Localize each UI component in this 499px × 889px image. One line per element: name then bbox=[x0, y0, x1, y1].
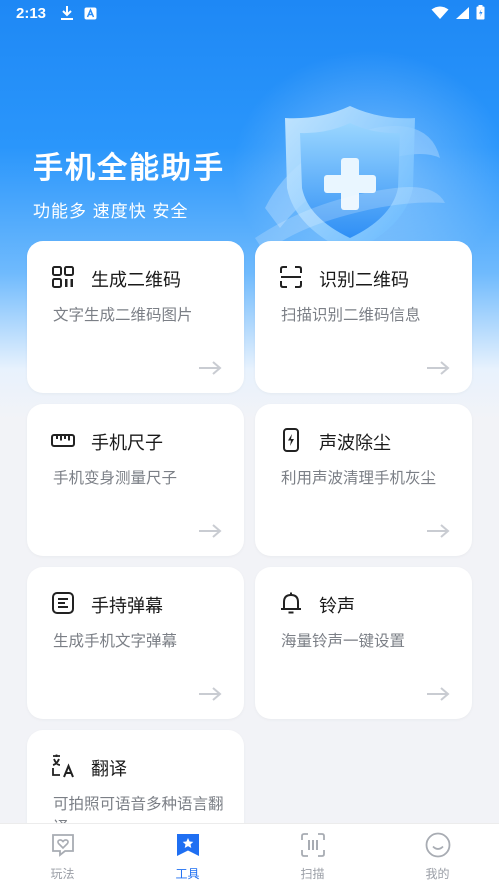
card-description: 海量铃声一键设置 bbox=[281, 633, 406, 650]
arrow-right-icon bbox=[199, 687, 222, 701]
qr-code-icon bbox=[52, 266, 74, 288]
signal-icon bbox=[456, 6, 469, 19]
scan-bars-icon bbox=[300, 833, 325, 857]
card-handheld-barrage[interactable]: 手持弹幕 生成手机文字弹幕 bbox=[27, 567, 244, 719]
tab-label: 扫描 bbox=[300, 867, 325, 881]
star-bookmark-icon bbox=[176, 834, 199, 856]
arrow-right-icon bbox=[427, 524, 450, 538]
card-description: 扫描识别二维码信息 bbox=[281, 307, 421, 324]
tab-label: 玩法 bbox=[50, 867, 75, 881]
card-description: 生成手机文字弹幕 bbox=[53, 633, 178, 650]
download-icon bbox=[61, 6, 73, 20]
tab-scan[interactable]: 扫描 bbox=[250, 824, 375, 889]
card-description: 利用声波清理手机灰尘 bbox=[281, 470, 437, 487]
card-title: 铃声 bbox=[319, 596, 355, 616]
tab-label: 我的 bbox=[425, 867, 450, 881]
card-phone-ruler[interactable]: 手机尺子 手机变身测量尺子 bbox=[27, 404, 244, 556]
hero-title: 手机全能助手 bbox=[33, 152, 225, 185]
card-description: 手机变身测量尺子 bbox=[53, 470, 178, 487]
bell-icon bbox=[281, 592, 301, 614]
smile-icon bbox=[425, 832, 450, 858]
tab-label: 工具 bbox=[175, 867, 200, 881]
card-description: 文字生成二维码图片 bbox=[53, 307, 193, 324]
card-ringtone[interactable]: 铃声 海量铃声一键设置 bbox=[255, 567, 472, 719]
card-title: 生成二维码 bbox=[91, 270, 181, 290]
ruler-icon bbox=[51, 434, 75, 447]
phone-bolt-icon bbox=[283, 428, 299, 452]
card-generate-qr[interactable]: 生成二维码 文字生成二维码图片 bbox=[27, 241, 244, 393]
battery-icon bbox=[476, 5, 485, 20]
card-title: 手持弹幕 bbox=[91, 596, 163, 616]
arrow-right-icon bbox=[199, 524, 222, 538]
heart-chat-icon bbox=[51, 834, 74, 857]
card-sound-dust-removal[interactable]: 声波除尘 利用声波清理手机灰尘 bbox=[255, 404, 472, 556]
translate-icon bbox=[52, 754, 74, 778]
tab-mine[interactable]: 我的 bbox=[375, 824, 499, 889]
shield-illustration bbox=[255, 106, 445, 253]
tab-tools[interactable]: 工具 bbox=[125, 824, 250, 889]
tab-play[interactable]: 玩法 bbox=[0, 824, 125, 889]
text-box-icon bbox=[52, 592, 74, 614]
card-title: 手机尺子 bbox=[91, 433, 163, 453]
card-title: 声波除尘 bbox=[319, 433, 391, 453]
arrow-right-icon bbox=[427, 361, 450, 375]
bottom-tab-bar: 玩法 工具 扫描 我的 bbox=[0, 823, 499, 889]
status-time: 2:13 bbox=[16, 5, 47, 22]
arrow-right-icon bbox=[427, 687, 450, 701]
hero-subtitle: 功能多 速度快 安全 bbox=[33, 202, 189, 221]
card-scan-qr[interactable]: 识别二维码 扫描识别二维码信息 bbox=[255, 241, 472, 393]
status-bar: 2:13 bbox=[0, 0, 499, 28]
scan-frame-icon bbox=[280, 266, 302, 288]
card-title: 识别二维码 bbox=[319, 270, 409, 290]
wifi-icon bbox=[431, 6, 449, 19]
card-title: 翻译 bbox=[91, 759, 127, 779]
app-notification-icon bbox=[84, 7, 97, 19]
arrow-right-icon bbox=[199, 361, 222, 375]
